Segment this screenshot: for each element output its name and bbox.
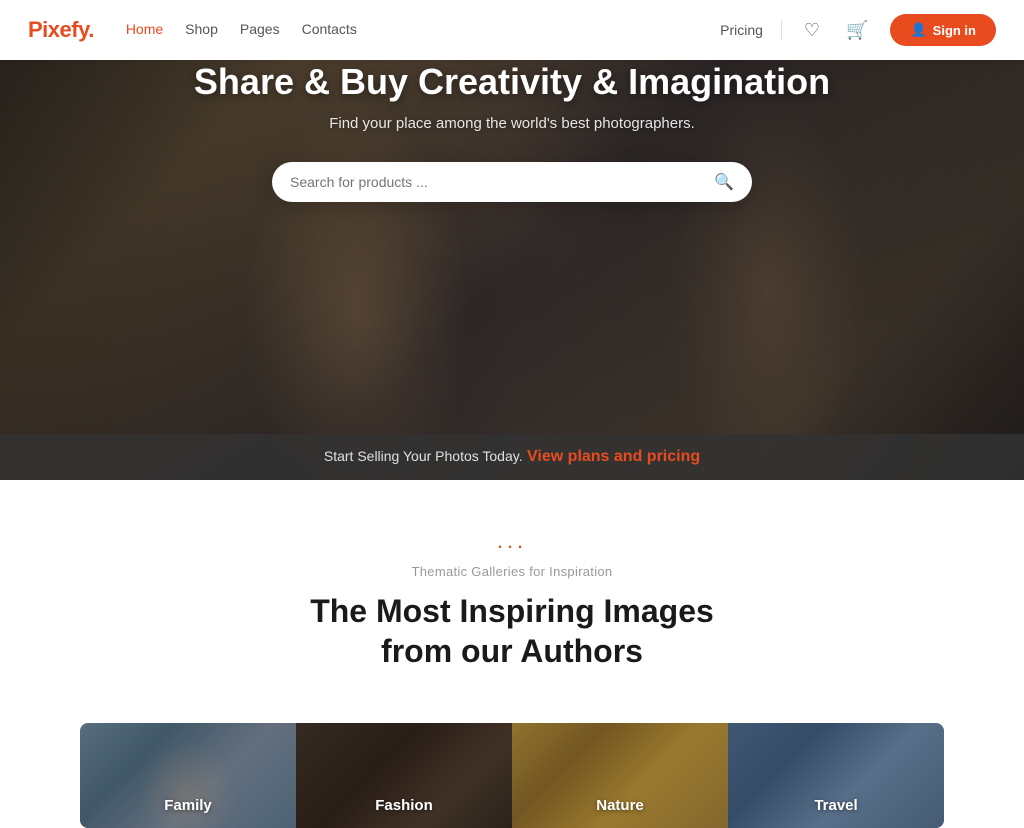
nav-link-contacts[interactable]: Contacts bbox=[302, 21, 357, 37]
search-input[interactable] bbox=[290, 174, 714, 190]
header-right: Pricing ♡ 🛒 👤 Sign in bbox=[720, 14, 996, 46]
nav-item-home[interactable]: Home bbox=[126, 21, 163, 39]
user-icon: 👤 bbox=[910, 22, 926, 38]
inspiration-section: ... Thematic Galleries for Inspiration T… bbox=[0, 480, 1024, 723]
nav-item-pages[interactable]: Pages bbox=[240, 21, 280, 39]
main-nav: Home Shop Pages Contacts bbox=[126, 21, 357, 39]
logo: Pixefy. bbox=[28, 17, 94, 43]
hero-subtitle: Find your place among the world's best p… bbox=[40, 115, 984, 132]
gallery-label-fashion: Fashion bbox=[375, 797, 433, 814]
hero-bottom-text: Start Selling Your Photos Today. bbox=[324, 448, 523, 464]
cart-icon: 🛒 bbox=[846, 20, 868, 41]
signin-button[interactable]: 👤 Sign in bbox=[890, 14, 996, 46]
gallery-item-family[interactable]: Family bbox=[80, 723, 296, 828]
hero-title: Share & Buy Creativity & Imagination bbox=[40, 60, 984, 103]
search-bar: 🔍 bbox=[272, 162, 752, 202]
wishlist-button[interactable]: ♡ bbox=[800, 16, 824, 45]
hero-content: Share & Buy Creativity & Imagination Fin… bbox=[0, 60, 1024, 202]
hero-section: Share & Buy Creativity & Imagination Fin… bbox=[0, 60, 1024, 480]
gallery-label-family: Family bbox=[164, 797, 212, 814]
signin-label: Sign in bbox=[933, 23, 976, 38]
gallery-overlay-travel: Travel bbox=[728, 723, 944, 828]
header: Pixefy. Home Shop Pages Contacts Pricing bbox=[0, 0, 1024, 60]
header-left: Pixefy. Home Shop Pages Contacts bbox=[28, 17, 357, 43]
section-label: Thematic Galleries for Inspiration bbox=[80, 564, 944, 579]
gallery-overlay-fashion: Fashion bbox=[296, 723, 512, 828]
section-title: The Most Inspiring Images from our Autho… bbox=[80, 591, 944, 671]
nav-item-contacts[interactable]: Contacts bbox=[302, 21, 357, 39]
heart-icon: ♡ bbox=[804, 20, 820, 41]
logo-text: Pixefy bbox=[28, 17, 88, 42]
gallery-item-nature[interactable]: Nature bbox=[512, 723, 728, 828]
gallery-item-travel[interactable]: Travel bbox=[728, 723, 944, 828]
nav-link-shop[interactable]: Shop bbox=[185, 21, 218, 37]
nav-link-home[interactable]: Home bbox=[126, 21, 163, 37]
header-divider bbox=[781, 20, 782, 40]
gallery-item-fashion[interactable]: Fashion bbox=[296, 723, 512, 828]
pricing-link[interactable]: Pricing bbox=[720, 22, 763, 38]
cart-button[interactable]: 🛒 bbox=[842, 16, 872, 45]
logo-dot: . bbox=[88, 17, 94, 42]
nav-link-pages[interactable]: Pages bbox=[240, 21, 280, 37]
gallery-label-travel: Travel bbox=[814, 797, 857, 814]
view-plans-link[interactable]: View plans and pricing bbox=[527, 448, 700, 465]
gallery-label-nature: Nature bbox=[596, 797, 644, 814]
gallery-overlay-nature: Nature bbox=[512, 723, 728, 828]
gallery-overlay-family: Family bbox=[80, 723, 296, 828]
hero-bottom-banner: Start Selling Your Photos Today. View pl… bbox=[0, 434, 1024, 480]
search-icon: 🔍 bbox=[714, 172, 734, 192]
nav-item-shop[interactable]: Shop bbox=[185, 21, 218, 39]
section-dots: ... bbox=[80, 528, 944, 554]
gallery-grid: Family Fashion Nature Travel bbox=[0, 723, 1024, 828]
